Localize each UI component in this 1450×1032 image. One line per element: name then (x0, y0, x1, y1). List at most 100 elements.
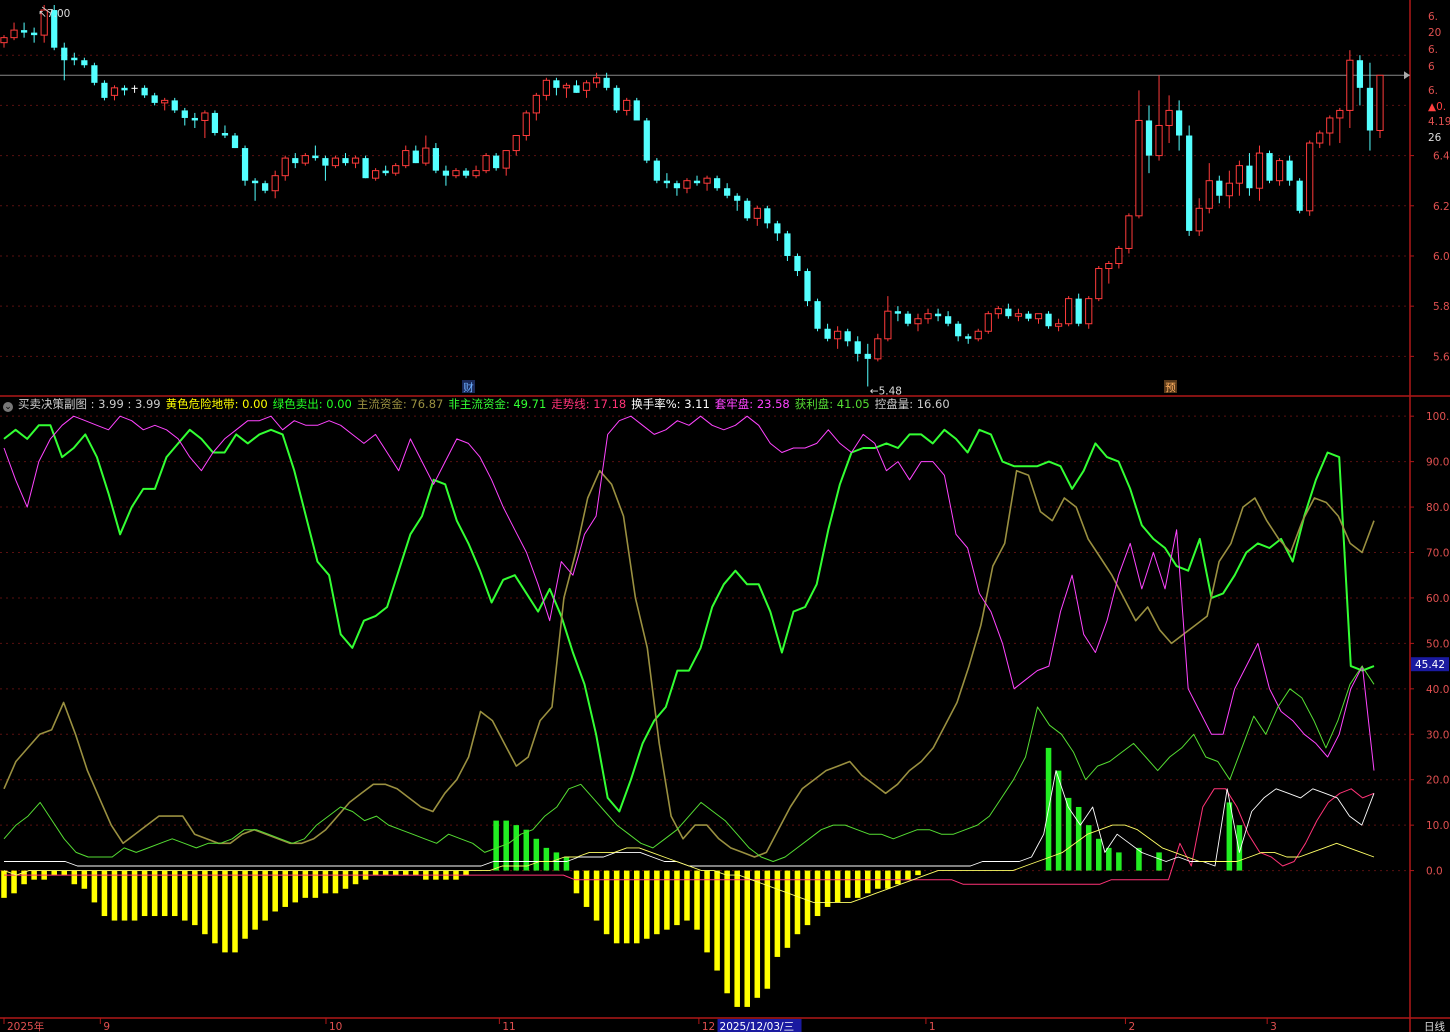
candle-body (974, 330, 982, 340)
yellow-bar (262, 870, 268, 921)
candle-body (784, 233, 791, 256)
candle-body (1246, 165, 1253, 189)
y-tick-label: 5.8 (1433, 301, 1450, 313)
candle-body (241, 148, 249, 181)
y-tick-label: 0.0 (1426, 866, 1443, 878)
y-tick-label: 10.0 (1426, 820, 1449, 832)
candle-body (774, 223, 781, 234)
yellow-bar (764, 870, 771, 989)
candle-body (1286, 160, 1293, 181)
yellow-bar (212, 870, 218, 944)
yellow-bar (834, 870, 841, 903)
candle-body (904, 313, 912, 324)
legend-item: 获利盘: 41.05 (794, 397, 870, 411)
right-axis-fragment: 20 (1428, 27, 1441, 39)
yellow-bar (684, 870, 690, 921)
yellow-bar (633, 870, 640, 944)
candle-body (462, 170, 470, 176)
yellow-bar (342, 870, 349, 889)
candle-body (351, 157, 360, 164)
candle-body (924, 313, 932, 320)
legend-item: 套牢盘: 23.58 (714, 397, 790, 411)
green-bar (1116, 852, 1122, 871)
candle-body (312, 155, 319, 159)
candle-body (1135, 119, 1143, 217)
candle-body (392, 165, 400, 174)
candle-body (331, 157, 340, 167)
yellow-bar (593, 870, 600, 921)
candle-body (1145, 120, 1153, 156)
yellow-bar (854, 870, 861, 898)
green-bar (543, 847, 550, 871)
candle-body (472, 170, 480, 177)
yellow-bar (322, 870, 329, 894)
yellow-bar (644, 870, 650, 939)
candle-body (844, 331, 851, 342)
yellow-bar (71, 870, 78, 885)
yellow-bar (774, 870, 781, 957)
legend-item: 控盘量: 16.60 (874, 397, 950, 411)
candle-body (955, 323, 962, 337)
yellow-bar (332, 870, 339, 894)
candle-body (1195, 207, 1203, 232)
candle-body (1045, 313, 1052, 327)
candle-body (734, 195, 741, 201)
candle-body (231, 135, 239, 149)
candle-body (613, 87, 620, 111)
candle-body (683, 180, 691, 189)
y-tick-label: 5.6 (1433, 351, 1450, 363)
candle-body (512, 135, 520, 152)
yellow-bar (623, 870, 630, 944)
green-bar (503, 820, 509, 871)
yellow-bar (101, 870, 108, 917)
candle-body (301, 155, 309, 164)
chart-canvas[interactable]: 6.06.26.45.85.66.206.66.▲0.4.1926↖7.00←5… (0, 0, 1450, 1032)
current-value-label: 45.42 (1415, 659, 1445, 671)
yellow-bar (583, 870, 590, 907)
yellow-bar (171, 870, 178, 917)
yellow-bar (111, 870, 118, 921)
y-tick-label: 20.0 (1426, 775, 1449, 787)
yellow-bar (413, 870, 419, 876)
candle-body (1176, 110, 1183, 136)
candle-body (251, 180, 259, 184)
yellow-bar (372, 870, 379, 876)
candle-body (1155, 124, 1163, 157)
y-tick-label: 90.0 (1426, 457, 1449, 469)
candle-body (553, 80, 560, 88)
candle-body (1326, 117, 1334, 134)
candle-body (191, 117, 198, 121)
candle-body (161, 99, 169, 104)
x-tick-label: 2025年 (7, 1020, 44, 1032)
candle-body (141, 87, 148, 96)
candle-body (1316, 132, 1324, 144)
settings-icon[interactable]: ⌄ (3, 402, 13, 412)
green-bar (1136, 847, 1142, 871)
yellow-bar (744, 870, 751, 1007)
candle-body (562, 84, 571, 89)
x-tick-label: 10 (329, 1021, 342, 1032)
yellow-bar (613, 870, 620, 944)
candle-body (322, 158, 329, 166)
candle-body (61, 47, 68, 61)
x-tick-label: 3 (1270, 1021, 1277, 1032)
candle-body (764, 208, 771, 224)
candle-body (984, 313, 992, 332)
series-line (3, 415, 1375, 771)
candle-body (874, 338, 882, 360)
green-bar (513, 825, 519, 871)
candle-body (1125, 215, 1133, 249)
right-axis-fragment: 26 (1428, 132, 1442, 144)
candle-body (814, 301, 821, 329)
candle-body (442, 170, 450, 176)
green-bar (1085, 825, 1092, 871)
candle-body (81, 60, 88, 66)
candle-body (271, 175, 279, 192)
y-tick-label: 100. (1426, 411, 1449, 423)
candle-body (653, 160, 660, 181)
candle-body (1255, 152, 1264, 189)
yellow-bar (814, 870, 821, 917)
yellow-bar (161, 870, 168, 917)
right-axis-fragment: 4.19 (1428, 116, 1450, 128)
right-axis-fragment: 6. (1428, 11, 1438, 23)
